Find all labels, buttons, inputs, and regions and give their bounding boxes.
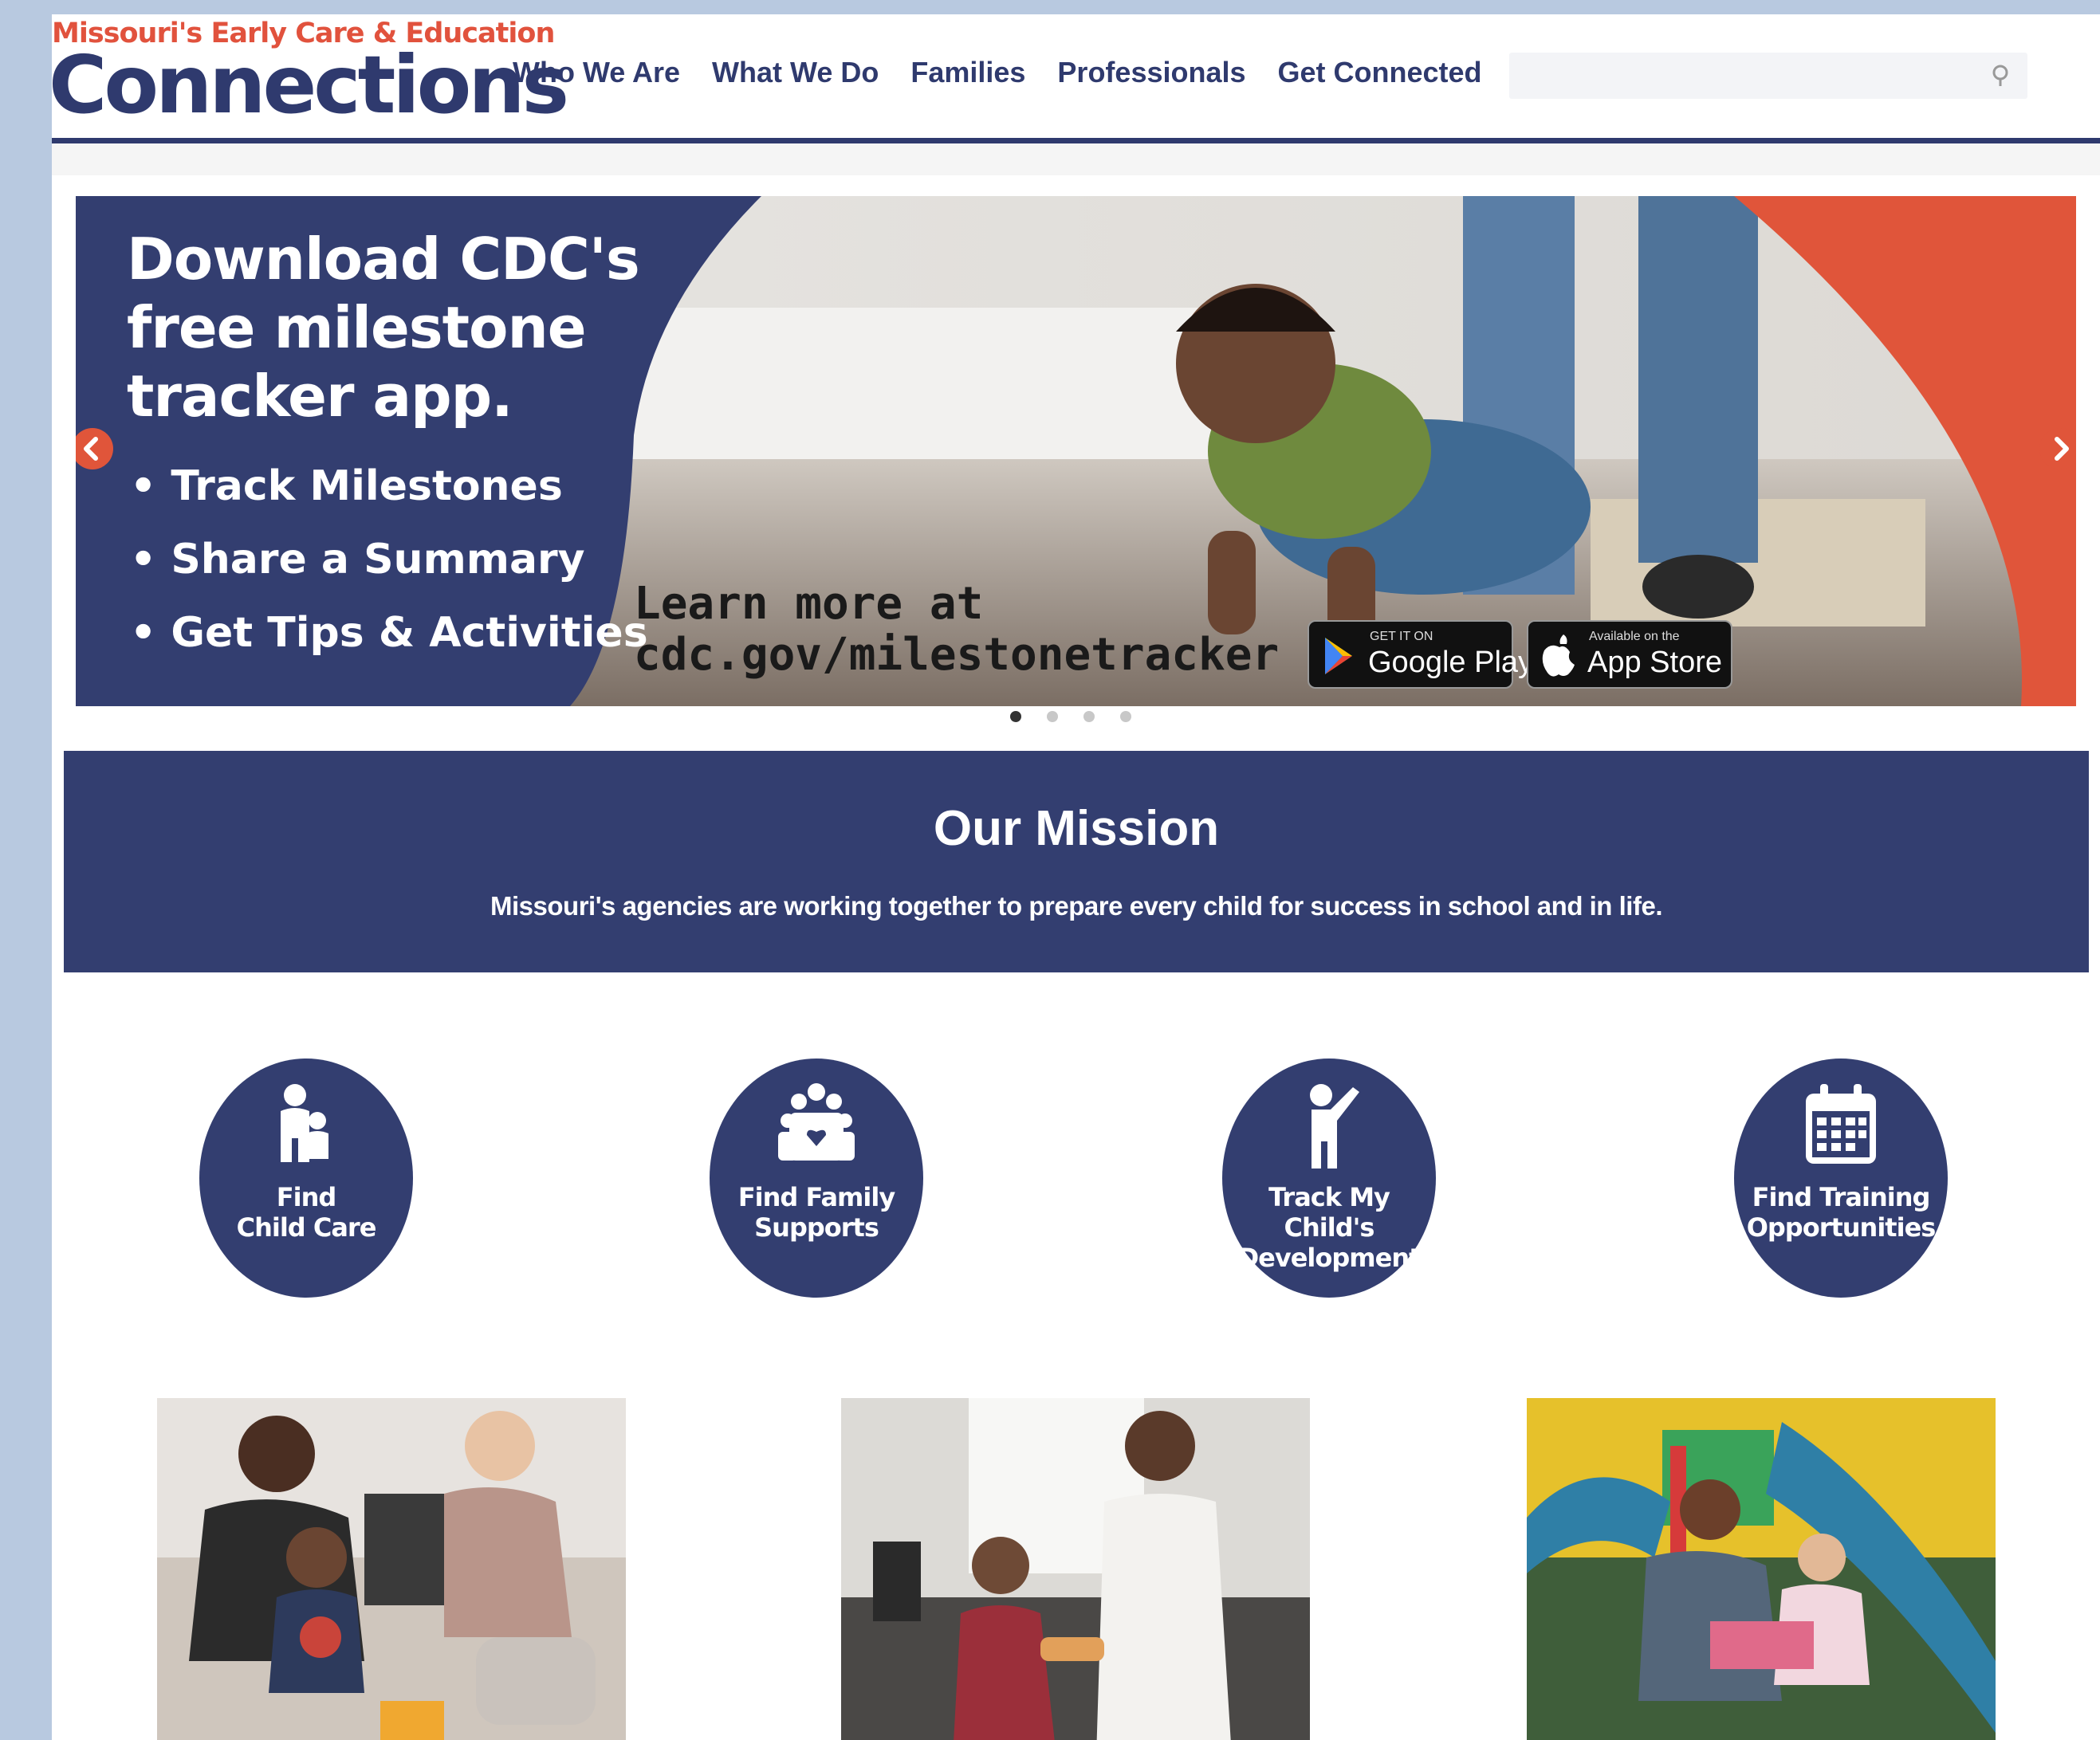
- mission-title: Our Mission: [933, 801, 1220, 856]
- find-training-button[interactable]: Find Training Opportunities: [1734, 1059, 1948, 1298]
- google-play-button[interactable]: GET IT ON Google Play: [1308, 620, 1533, 689]
- nav-families[interactable]: Families: [910, 56, 1025, 89]
- carousel-dot[interactable]: [1047, 711, 1058, 722]
- site-header: Missouri's Early Care & Education Connec…: [52, 14, 2100, 143]
- nav-who-we-are[interactable]: Who We Are: [513, 56, 680, 89]
- google-play-label: Google Play: [1368, 646, 1534, 679]
- header-subbar: [52, 143, 2100, 175]
- carousel-dot[interactable]: [1120, 711, 1131, 722]
- carousel-dot[interactable]: [1010, 711, 1021, 722]
- mother-daughter-kitchen-photo[interactable]: [841, 1398, 1310, 1740]
- teacher-reading-playground-photo[interactable]: [1527, 1398, 1996, 1740]
- nav-professionals[interactable]: Professionals: [1057, 56, 1245, 89]
- parent-child-icon: [281, 1084, 328, 1162]
- circle-label: Find Family Supports: [737, 1182, 895, 1243]
- circle-label: Track My Child's Development: [1237, 1182, 1422, 1273]
- hero-bullet-list: • Track Milestones • Share a Summary • G…: [130, 450, 648, 670]
- page: Missouri's Early Care & Education Connec…: [52, 14, 2100, 1740]
- hero-carousel[interactable]: Download CDC's free milestone tracker ap…: [76, 196, 2076, 706]
- find-child-care-button[interactable]: Find Child Care: [199, 1059, 413, 1298]
- circle-label: Find Child Care: [236, 1182, 377, 1243]
- logo[interactable]: Connections: [52, 41, 569, 129]
- nav-what-we-do[interactable]: What We Do: [712, 56, 879, 89]
- learn-more-url[interactable]: cdc.gov/milestonetracker: [634, 630, 1279, 681]
- hero-bullet: • Get Tips & Activities: [130, 609, 648, 657]
- family-icon: [778, 1083, 855, 1161]
- search-input[interactable]: [1509, 53, 1972, 99]
- app-store-small: Available on the: [1589, 630, 1680, 643]
- nav-get-connected[interactable]: Get Connected: [1278, 56, 1482, 89]
- carousel-indicators: [1010, 711, 1131, 722]
- learn-more-line: Learn more at: [634, 578, 984, 630]
- google-play-small: GET IT ON: [1370, 630, 1433, 643]
- mission-banner: Our Mission Missouri's agencies are work…: [64, 751, 2089, 972]
- family-playing-photo[interactable]: [157, 1398, 626, 1740]
- hero-learn-more: Learn more at cdc.gov/milestonetracker: [634, 579, 1279, 681]
- google-play-icon: [1325, 638, 1352, 674]
- calendar-icon: [1806, 1084, 1876, 1164]
- circle-label: Find Training Opportunities: [1746, 1182, 1937, 1243]
- carousel-dot[interactable]: [1083, 711, 1095, 722]
- app-store-label: App Store: [1587, 646, 1722, 679]
- hero-bullet: • Track Milestones: [130, 462, 563, 510]
- search-icon[interactable]: [1989, 62, 2013, 89]
- carousel-next-arrow-icon[interactable]: [2039, 427, 2076, 470]
- main-nav: Who We Are What We Do Families Professio…: [513, 56, 1482, 89]
- find-family-supports-button[interactable]: Find Family Supports: [710, 1059, 923, 1298]
- hero-title: Download CDC's free milestone tracker ap…: [127, 226, 640, 430]
- child-raising-hand-icon: [1310, 1084, 1359, 1169]
- mission-text: Missouri's agencies are working together…: [490, 891, 1662, 921]
- hero-bullet: • Share a Summary: [130, 536, 585, 583]
- search-box: [1509, 53, 2027, 99]
- track-development-button[interactable]: Track My Child's Development: [1222, 1059, 1436, 1298]
- apple-icon: [1542, 634, 1575, 677]
- app-store-button[interactable]: Available on the App Store: [1527, 620, 1732, 689]
